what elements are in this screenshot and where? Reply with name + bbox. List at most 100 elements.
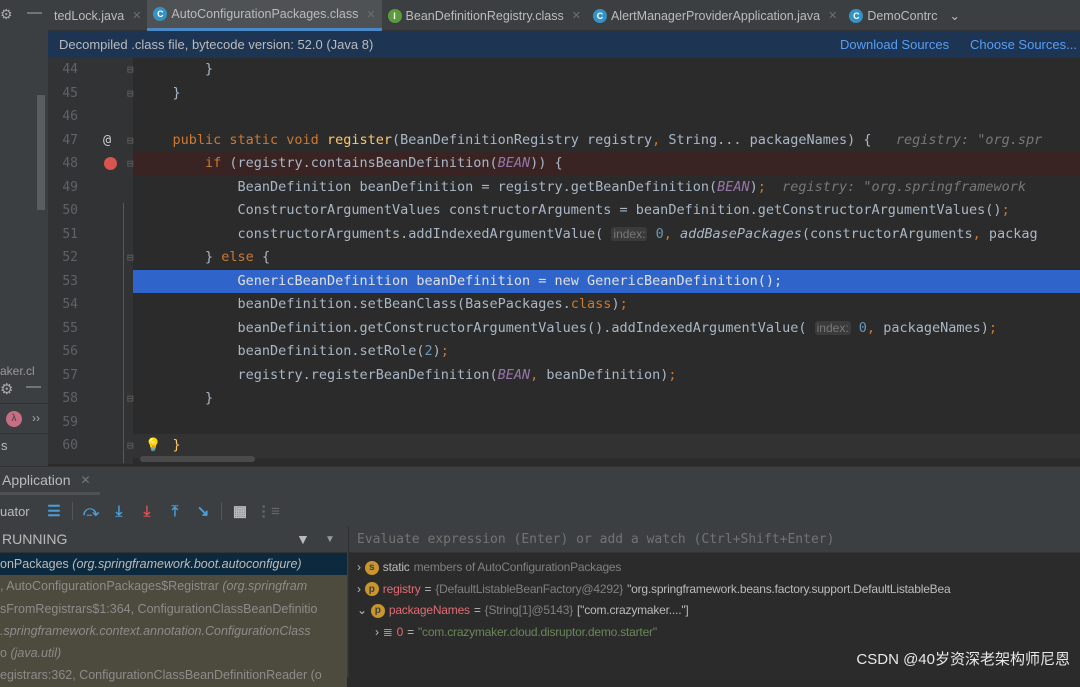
code-line[interactable]: 44 ⊟ } xyxy=(62,58,1080,82)
step-into-icon[interactable]: ⤓ xyxy=(105,503,133,520)
minimize-icon[interactable]: — xyxy=(26,378,41,395)
fold-icon[interactable]: ⊟ xyxy=(127,129,134,153)
code-line[interactable]: 52 ⊟ } else { xyxy=(62,246,1080,270)
horizontal-scrollbar[interactable] xyxy=(140,456,255,462)
thread-selector[interactable]: RUNNING ▼ ▼ xyxy=(0,526,347,553)
evaluate-expression-input[interactable]: Evaluate expression (Enter) or add a wat… xyxy=(349,526,1080,553)
fold-icon[interactable]: ⊟ xyxy=(127,152,134,176)
close-icon[interactable]: ✕ xyxy=(366,8,375,21)
expand-icon[interactable]: › xyxy=(357,579,361,601)
tab-democontrc[interactable]: C DemoContrc xyxy=(843,0,943,31)
run-to-cursor-icon[interactable]: ↘ xyxy=(189,502,217,520)
close-icon[interactable]: ✕ xyxy=(132,9,141,22)
tab-list-chevron-icon[interactable]: ⌄ xyxy=(943,0,965,31)
variable-type: {DefaultListableBeanFactory@4292} xyxy=(435,581,624,596)
gear-icon[interactable]: ⚙ xyxy=(0,380,13,398)
fold-icon[interactable]: ⊟ xyxy=(127,387,134,411)
stack-frame[interactable]: .springframework.context.annotation.Conf… xyxy=(0,619,347,643)
choose-sources-link[interactable]: Choose Sources... xyxy=(970,37,1077,52)
truncated-label: aker.cl xyxy=(0,364,35,378)
frames-panel: RUNNING ▼ ▼ onPackages (org.springframew… xyxy=(0,526,347,687)
breakpoint-icon[interactable] xyxy=(104,157,117,170)
stack-frame[interactable]: , AutoConfigurationPackages$Registrar (o… xyxy=(0,575,347,598)
chevron-down-icon[interactable]: ▼ xyxy=(325,526,335,553)
code-line[interactable]: 51 constructorArguments.addIndexedArgume… xyxy=(62,223,1080,247)
scrollbar[interactable] xyxy=(37,95,45,210)
code-line[interactable]: 50 ConstructorArgumentValues constructor… xyxy=(62,199,1080,223)
debug-panel: Application ✕ uator ☰ ⤼ ⤓ ⤓ ⤒ ↘ ▦ ⋮≡ RUN… xyxy=(0,466,1080,687)
variable-row[interactable]: › s static members of AutoConfigurationPack… xyxy=(349,557,1080,579)
evaluate-expression-icon[interactable]: ▦ xyxy=(226,502,254,520)
step-over-icon[interactable]: ⤼ xyxy=(77,503,105,520)
tab-tedlock-java[interactable]: tedLock.java ✕ xyxy=(48,0,147,31)
tab-beandefinitionregistry-class[interactable]: I BeanDefinitionRegistry.class ✕ xyxy=(382,0,587,31)
close-icon[interactable]: ✕ xyxy=(81,473,91,487)
code-token: register xyxy=(326,131,392,148)
code-token: ; xyxy=(1001,202,1010,218)
stack-frame[interactable]: egistrars:362, ConfigurationClassBeanDef… xyxy=(0,664,347,687)
fold-icon[interactable]: ⊟ xyxy=(127,246,134,270)
show-execution-point-icon[interactable]: ☰ xyxy=(40,502,68,520)
code-line[interactable]: 60 💡 ⊟ } xyxy=(62,434,1080,458)
stack-frame[interactable]: sFromRegistrars$1:364, ConfigurationClas… xyxy=(0,597,347,620)
stack-frame[interactable]: o (java.util) xyxy=(0,642,347,665)
stack-frame[interactable]: onPackages (org.springframework.boot.aut… xyxy=(0,553,347,576)
tab-alertmanagerproviderapplication-java[interactable]: C AlertManagerProviderApplication.java ✕ xyxy=(587,0,843,31)
code-line[interactable]: 48 ⊟ if (registry.containsBeanDefinition(… xyxy=(62,152,1080,176)
code-line[interactable]: 57 registry.registerBeanDefinition(BEAN,… xyxy=(62,364,1080,388)
code-line[interactable]: 59 xyxy=(62,411,1080,435)
fold-icon[interactable]: ⊟ xyxy=(127,58,134,82)
force-step-into-icon[interactable]: ⤓ xyxy=(133,503,161,520)
code-line[interactable]: 58 ⊟ } xyxy=(62,387,1080,411)
code-text: public static void register(BeanDefiniti… xyxy=(140,129,1043,153)
editor-tabs: tedLock.java ✕ C AutoConfigurationPackages.… xyxy=(48,0,1080,31)
code-line[interactable]: 45 ⊟ } xyxy=(62,82,1080,106)
minimize-icon[interactable]: — xyxy=(27,4,42,21)
code-token: , xyxy=(652,131,661,148)
more-icon[interactable]: ›› xyxy=(32,411,40,425)
annotation-marker-icon[interactable]: @ xyxy=(103,129,111,153)
trace-stream-icon[interactable]: ⋮≡ xyxy=(254,502,282,520)
code-line[interactable]: 55 beanDefinition.getConstructorArgument… xyxy=(62,317,1080,341)
close-icon[interactable]: ✕ xyxy=(572,9,581,22)
download-sources-link[interactable]: Download Sources xyxy=(840,37,949,52)
sidebar-label: s xyxy=(1,438,8,453)
fold-icon[interactable]: ⊟ xyxy=(127,434,134,458)
expand-icon[interactable]: ⌄ xyxy=(357,600,367,622)
code-token: ; xyxy=(773,272,783,289)
variable-type: {String[1]@5143} xyxy=(484,603,574,617)
line-number: 46 xyxy=(62,109,78,124)
variable-row[interactable]: › p registry = {DefaultListableBeanFactory@4… xyxy=(349,579,1080,601)
watermark: CSDN @40岁资深老架构师尼恩 xyxy=(856,651,1070,668)
code-line[interactable]: 49 BeanDefinition beanDefinition = regis… xyxy=(62,176,1080,200)
tab-autoconfigurationpackages-class[interactable]: C AutoConfigurationPackages.class ✕ xyxy=(147,0,382,31)
code-token: beanDefinition.setBeanClass(BasePackages… xyxy=(237,296,571,312)
lambda-icon[interactable]: λ xyxy=(6,411,22,427)
code-token: ; xyxy=(988,319,997,336)
code-line[interactable]: 53 GenericBeanDefinition beanDefinition … xyxy=(62,269,1080,293)
expand-icon[interactable]: › xyxy=(375,622,379,644)
variable-row[interactable]: › ≣ 0 = "com.crazymaker.cloud.disruptor.demo… xyxy=(349,622,1080,644)
expand-icon[interactable]: › xyxy=(357,557,361,579)
tab-label: DemoContrc xyxy=(867,8,938,23)
code-line[interactable]: 47 @ ⊟ public static void register(BeanDef… xyxy=(62,129,1080,153)
code-text: beanDefinition.setBeanClass(BasePackages… xyxy=(140,293,628,317)
code-token: else xyxy=(221,249,262,265)
code-editor[interactable]: 44 ⊟ } 45 ⊟ } 46 47 @ ⊟ public static void regi… xyxy=(62,58,1080,464)
gear-icon[interactable]: ⚙ xyxy=(0,6,13,23)
debug-tab[interactable]: Application ✕ xyxy=(0,467,100,495)
line-number: 49 xyxy=(62,179,78,195)
close-icon[interactable]: ✕ xyxy=(828,9,837,22)
variable-row[interactable]: ⌄ p packageNames = {String[1]@5143} ["com.cra… xyxy=(349,600,1080,622)
step-out-icon[interactable]: ⤒ xyxy=(161,503,189,520)
filter-icon[interactable]: ▼ xyxy=(296,526,310,553)
variable-name: registry xyxy=(382,581,421,596)
code-line[interactable]: 54 beanDefinition.setBeanClass(BasePacka… xyxy=(62,293,1080,317)
code-token: BeanDefinition beanDefinition = registry… xyxy=(237,178,718,195)
code-line[interactable]: 46 xyxy=(62,105,1080,129)
frame-method: o xyxy=(0,646,11,661)
fold-icon[interactable]: ⊟ xyxy=(127,82,134,106)
frame-package: .springframework.context.annotation.Conf… xyxy=(0,623,311,638)
code-line[interactable]: 56 beanDefinition.setRole(2); xyxy=(62,340,1080,364)
